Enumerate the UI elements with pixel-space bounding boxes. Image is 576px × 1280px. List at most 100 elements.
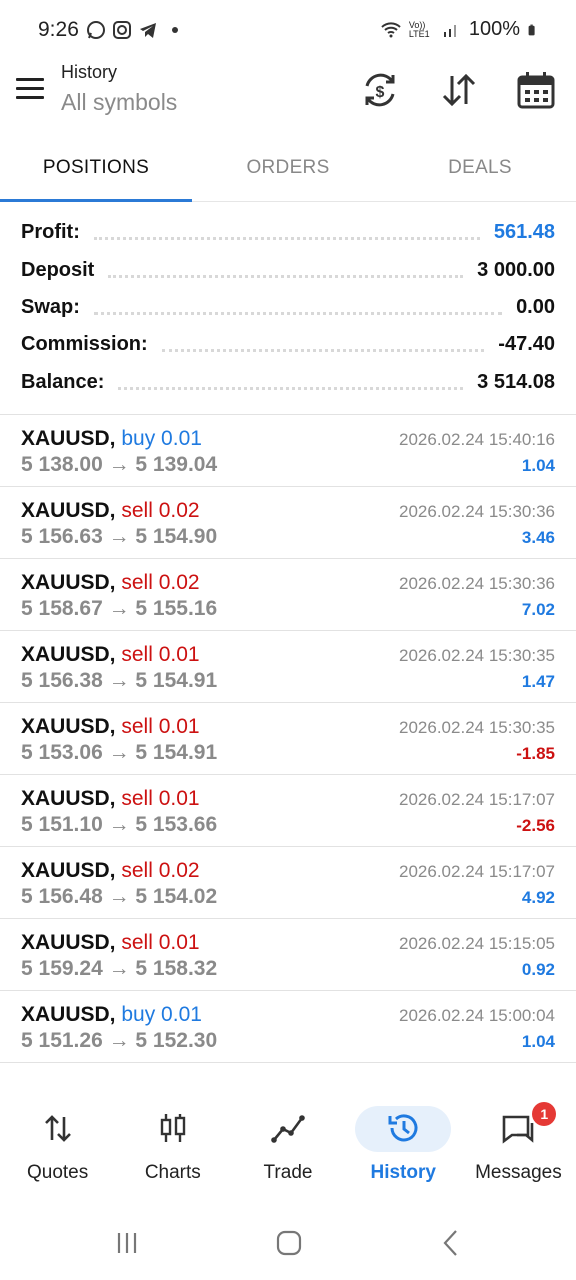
position-time: 2026.02.24 15:30:36 [399,502,555,521]
back-icon[interactable] [436,1228,466,1258]
position-symbol-line: XAUUSD, buy 0.01 [21,427,202,451]
nav-history[interactable]: History [346,1080,461,1204]
position-row[interactable]: XAUUSD, sell 0.01 5 156.38 → 5 154.91 20… [0,631,576,703]
home-icon[interactable] [274,1228,304,1258]
position-profit: 1.04 [521,456,555,475]
position-time: 2026.02.24 15:30:35 [399,646,555,665]
position-row[interactable]: XAUUSD, sell 0.01 5 159.24 → 5 158.32 20… [0,919,576,991]
status-right: Vo)) LTE1 100% [381,18,540,41]
position-profit: 0.92 [521,960,555,979]
commission-value: -47.40 [498,333,555,356]
status-bar: 9:26 Vo)) LTE1 100% [0,0,576,62]
nav-label: Quotes [26,1162,89,1183]
position-symbol-line: XAUUSD, sell 0.01 [21,715,200,739]
position-symbol-line: XAUUSD, sell 0.01 [21,787,200,811]
currency-exchange-button[interactable]: $ [360,70,400,110]
position-profit: -2.56 [516,816,555,835]
position-symbol-line: XAUUSD, sell 0.01 [21,643,200,667]
position-time: 2026.02.24 15:30:35 [399,718,555,737]
network-label: Vo)) LTE1 [408,19,430,39]
position-profit: 1.47 [521,672,555,691]
position-prices: 5 156.48 → 5 154.02 [21,885,218,908]
position-symbol-line: XAUUSD, sell 0.02 [21,499,200,523]
instagram-icon [113,21,131,39]
unread-badge: 1 [532,1102,557,1126]
battery-percent: 100% [468,18,520,40]
charts-icon [155,1110,191,1146]
tab-deals[interactable]: DEALS [384,134,576,201]
quotes-icon [40,1110,76,1146]
position-time: 2026.02.24 15:17:07 [399,790,555,809]
calendar-icon [517,72,555,109]
position-row[interactable]: XAUUSD, sell 0.01 5 151.10 → 5 153.66 20… [0,775,576,847]
tab-positions[interactable]: POSITIONS [0,134,192,202]
position-profit: 1.04 [521,1032,555,1051]
summary-row-balance: Balance: 3 514.08 [0,364,576,401]
position-symbol: XAUUSD, [21,427,116,450]
position-direction: sell 0.01 [121,787,200,810]
position-row[interactable]: XAUUSD, sell 0.02 5 158.67 → 5 155.16 20… [0,559,576,631]
position-direction: buy 0.01 [121,427,202,450]
wifi-icon [381,21,401,37]
nav-trade[interactable]: Trade [230,1080,345,1204]
summary-label: Commission: [21,333,148,356]
svg-text:$: $ [376,84,385,101]
currency-exchange-icon: $ [365,73,395,107]
position-symbol: XAUUSD, [21,1003,116,1026]
swap-value: 0.00 [516,295,555,318]
dotted-leader [93,311,503,315]
position-symbol: XAUUSD, [21,571,116,594]
signal-icon [443,24,456,37]
summary-row-deposit: Deposit 3 000.00 [0,251,576,288]
tab-orders[interactable]: ORDERS [192,134,384,201]
summary-label: Swap: [21,295,80,318]
calendar-button[interactable] [516,70,556,110]
account-summary: Profit: 561.48 Deposit 3 000.00 Swap: 0.… [0,214,576,401]
position-symbol: XAUUSD, [21,931,116,954]
position-symbol: XAUUSD, [21,499,116,522]
position-row[interactable]: XAUUSD, sell 0.02 5 156.48 → 5 154.02 20… [0,847,576,919]
position-prices: 5 151.10 → 5 153.66 [21,813,218,836]
position-time: 2026.02.24 15:00:04 [399,1006,555,1025]
positions-list[interactable]: XAUUSD, buy 0.01 5 138.00 → 5 139.04 202… [0,415,576,1080]
position-profit: 4.92 [521,888,555,907]
summary-row-commission: Commission: -47.40 [0,326,576,363]
position-row[interactable]: XAUUSD, buy 0.01 5 138.00 → 5 139.04 202… [0,415,576,487]
position-symbol-line: XAUUSD, buy 0.01 [21,1003,202,1027]
position-symbol: XAUUSD, [21,859,116,882]
position-row[interactable]: XAUUSD, sell 0.02 5 156.63 → 5 154.90 20… [0,487,576,559]
nav-charts[interactable]: Charts [115,1080,230,1204]
position-time: 2026.02.24 15:30:36 [399,574,555,593]
menu-button[interactable] [16,78,46,106]
nav-label: History [370,1162,436,1183]
summary-row-swap: Swap: 0.00 [0,289,576,326]
balance-value: 3 514.08 [477,370,555,393]
app-header: History All symbols $ [0,62,576,134]
position-direction: sell 0.02 [121,571,200,594]
summary-label: Deposit [21,258,95,281]
summary-label: Balance: [21,370,105,393]
position-row[interactable]: XAUUSD, buy 0.01 5 151.26 → 5 152.30 202… [0,991,576,1063]
history-icon [385,1110,421,1146]
position-direction: sell 0.02 [121,499,200,522]
position-prices: 5 153.06 → 5 154.91 [21,741,218,764]
dotted-leader [118,386,464,390]
position-prices: 5 138.00 → 5 139.04 [21,453,218,476]
position-direction: sell 0.02 [121,859,200,882]
position-symbol: XAUUSD, [21,787,116,810]
recent-apps-icon[interactable] [112,1228,142,1258]
profit-value: 561.48 [493,221,555,244]
position-prices: 5 159.24 → 5 158.32 [21,957,218,980]
hamburger-line [16,87,44,90]
position-prices: 5 156.38 → 5 154.91 [21,669,218,692]
position-time: 2026.02.24 15:40:16 [399,430,555,449]
position-direction: sell 0.01 [121,715,200,738]
nav-quotes[interactable]: Quotes [0,1080,115,1204]
position-symbol-line: XAUUSD, sell 0.02 [21,859,200,883]
nav-messages[interactable]: 1 Messages [461,1080,576,1204]
nav-label: Charts [144,1162,201,1183]
deposit-value: 3 000.00 [477,258,555,281]
sort-button[interactable] [439,70,479,110]
symbol-filter[interactable]: All symbols [61,89,177,116]
position-row[interactable]: XAUUSD, sell 0.01 5 153.06 → 5 154.91 20… [0,703,576,775]
